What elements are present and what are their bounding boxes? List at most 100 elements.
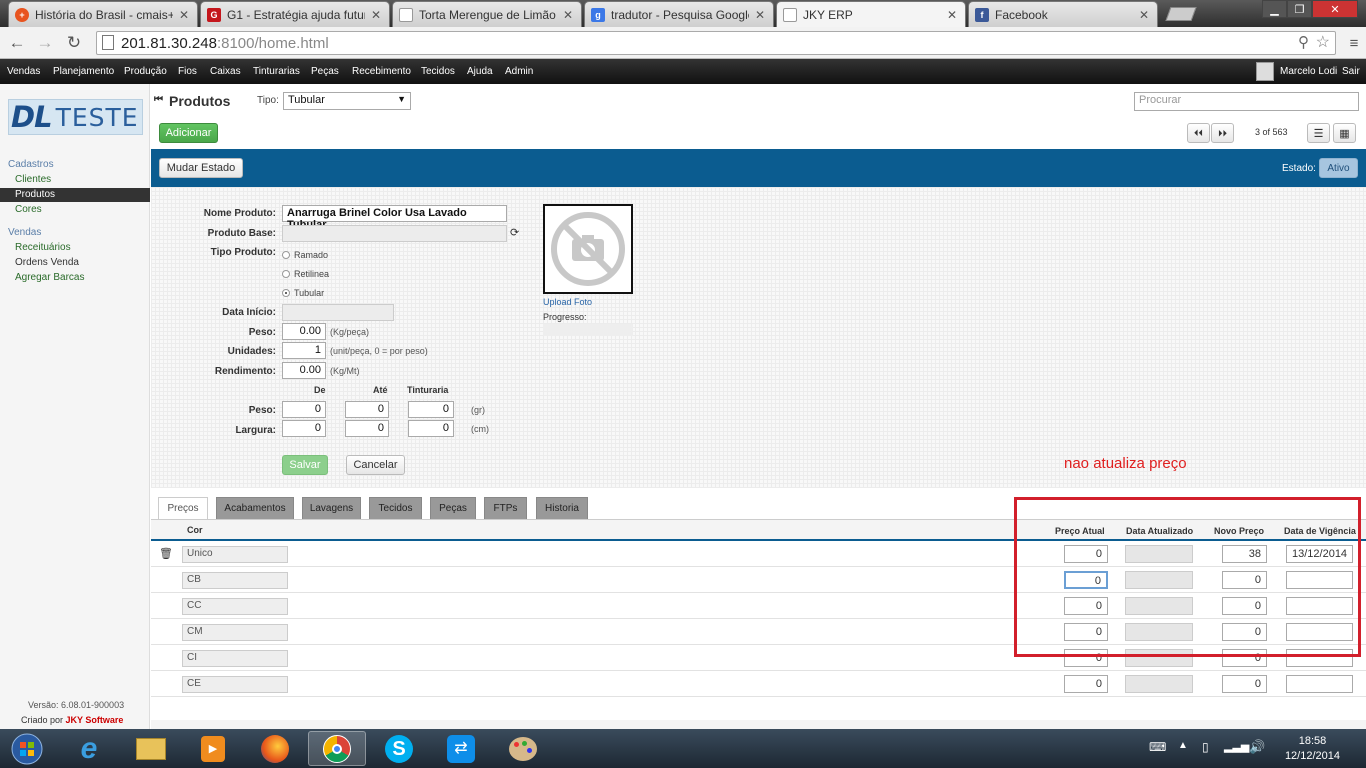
largura-ate-input[interactable]: 0 [345, 420, 389, 437]
close-tab-icon[interactable]: ✕ [563, 8, 573, 22]
upload-photo-link[interactable]: Upload Foto [543, 297, 592, 307]
internet-explorer-icon[interactable]: e [60, 731, 118, 766]
peso-tinturaria-input[interactable]: 0 [408, 401, 454, 418]
restore-icon[interactable]: ❐ [1287, 0, 1312, 18]
unidades-input[interactable]: 1 [282, 342, 326, 359]
close-tab-icon[interactable]: ✕ [179, 8, 189, 22]
tab-pecas[interactable]: Peças [430, 497, 476, 519]
media-player-icon[interactable]: ▶ [184, 731, 242, 766]
battery-icon[interactable]: ▯ [1202, 740, 1209, 754]
largura-de-input[interactable]: 0 [282, 420, 326, 437]
new-tab-button[interactable] [1165, 7, 1197, 21]
teamviewer-icon[interactable]: ⇄ [432, 731, 490, 766]
sidebar-item-receituarios[interactable]: Receituários [0, 241, 150, 255]
radio-tubular[interactable]: Tubular [282, 288, 324, 298]
menu-admin[interactable]: Admin [505, 66, 533, 77]
change-state-button[interactable]: Mudar Estado [159, 158, 243, 178]
browser-tab-5[interactable]: f Facebook ✕ [968, 1, 1158, 27]
skype-icon[interactable]: S [370, 731, 428, 766]
sidebar-item-cores[interactable]: Cores [0, 203, 150, 217]
list-view-icon[interactable]: ☰ [1307, 123, 1330, 143]
zoom-icon[interactable]: ⚲ [1298, 33, 1309, 51]
close-tab-icon[interactable]: ✕ [1139, 8, 1149, 22]
radio-ramado[interactable]: Ramado [282, 250, 328, 260]
user-name[interactable]: Marcelo Lodi [1280, 66, 1337, 77]
data-vigencia-input[interactable] [1286, 675, 1353, 693]
menu-fios[interactable]: Fios [178, 66, 197, 77]
tab-tecidos[interactable]: Tecidos [369, 497, 422, 519]
address-bar[interactable]: 201.81.30.248:8100/home.html ⚲ ☆ [96, 31, 1336, 55]
browser-tab-2[interactable]: Torta Merengue de Limão ✕ [392, 1, 582, 27]
close-tab-icon[interactable]: ✕ [371, 8, 381, 22]
clock[interactable]: 18:58 12/12/2014 [1285, 734, 1340, 764]
collapse-sidebar-icon[interactable]: ⏮ [154, 94, 163, 105]
menu-vendas[interactable]: Vendas [7, 66, 40, 77]
save-button[interactable]: Salvar [282, 455, 328, 475]
bookmark-star-icon[interactable]: ☆ [1316, 32, 1330, 52]
trash-icon[interactable]: 🗑 [159, 547, 173, 560]
add-button[interactable]: Adicionar [159, 123, 218, 143]
menu-pecas[interactable]: Peças [311, 66, 339, 77]
sidebar-item-clientes[interactable]: Clientes [0, 173, 150, 187]
browser-tab-0[interactable]: + História do Brasil - cmais+ ✕ [8, 1, 198, 27]
nome-produto-input[interactable]: Anarruga Brinel Color Usa Lavado Tubular [282, 205, 507, 231]
largura-tinturaria-input[interactable]: 0 [408, 420, 454, 437]
data-inicio-input[interactable] [282, 304, 394, 321]
tab-precos[interactable]: Preços [158, 497, 208, 519]
estado-badge[interactable]: Ativo [1319, 158, 1358, 178]
firefox-icon[interactable] [246, 731, 304, 766]
network-icon[interactable]: ▂▃▅ [1224, 740, 1249, 753]
novo-preco-input[interactable]: 0 [1222, 675, 1267, 693]
peso-input[interactable]: 0.00 [282, 323, 326, 340]
prev-record-icon[interactable]: ⏴⏴ [1187, 123, 1210, 143]
file-explorer-icon[interactable] [122, 731, 180, 766]
sidebar-item-agregar-barcas[interactable]: Agregar Barcas [0, 271, 150, 285]
menu-ajuda[interactable]: Ajuda [467, 66, 493, 77]
chrome-icon[interactable] [308, 731, 366, 766]
menu-producao[interactable]: Produção [124, 66, 167, 77]
start-orb-icon[interactable] [2, 731, 52, 766]
close-tab-icon[interactable]: ✕ [755, 8, 765, 22]
paint-icon[interactable] [494, 731, 552, 766]
browser-menu-icon[interactable]: ≡ [1343, 32, 1365, 54]
cancel-button[interactable]: Cancelar [346, 455, 405, 475]
grid-view-icon[interactable]: ▦ [1333, 123, 1356, 143]
sidebar-item-produtos[interactable]: Produtos [0, 188, 150, 202]
volume-icon[interactable]: 🔊 [1249, 739, 1265, 755]
sidebar-item-ordens-venda[interactable]: Ordens Venda [0, 256, 150, 270]
product-photo-placeholder[interactable] [543, 204, 633, 294]
tab-ftps[interactable]: FTPs [484, 497, 527, 519]
keyboard-icon[interactable]: ⌨ [1149, 740, 1166, 754]
menu-caixas[interactable]: Caixas [210, 66, 241, 77]
reload-icon[interactable]: ↻ [63, 32, 85, 54]
peso-de-input[interactable]: 0 [282, 401, 326, 418]
avatar[interactable] [1256, 62, 1274, 81]
produto-base-input[interactable] [282, 225, 507, 242]
radio-retilinea[interactable]: Retilinea [282, 269, 329, 279]
browser-tab-1[interactable]: G G1 - Estratégia ajuda futur ✕ [200, 1, 390, 27]
forward-arrow-icon[interactable]: → [34, 32, 56, 54]
show-hidden-icons-icon[interactable]: ▲ [1178, 740, 1188, 751]
menu-tinturarias[interactable]: Tinturarias [253, 66, 300, 77]
close-window-icon[interactable]: ✕ [1312, 0, 1358, 18]
peso-ate-input[interactable]: 0 [345, 401, 389, 418]
refresh-icon[interactable]: ⟳ [510, 226, 519, 239]
browser-tab-3[interactable]: g tradutor - Pesquisa Google ✕ [584, 1, 774, 27]
tab-acabamentos[interactable]: Acabamentos [216, 497, 294, 519]
data-atualizado-input[interactable] [1125, 675, 1193, 693]
rendimento-input[interactable]: 0.00 [282, 362, 326, 379]
next-record-icon[interactable]: ⏵⏵ [1211, 123, 1234, 143]
search-input[interactable]: Procurar [1134, 92, 1359, 111]
close-tab-icon[interactable]: ✕ [947, 8, 957, 22]
minimize-icon[interactable]: ▁ [1262, 0, 1287, 18]
browser-tab-4[interactable]: JKY ERP ✕ [776, 1, 966, 28]
tab-historia[interactable]: Historia [536, 497, 588, 519]
menu-tecidos[interactable]: Tecidos [421, 66, 455, 77]
logout-link[interactable]: Sair [1342, 66, 1360, 77]
menu-planejamento[interactable]: Planejamento [53, 66, 114, 77]
tab-lavagens[interactable]: Lavagens [302, 497, 361, 519]
preco-atual-input[interactable]: 0 [1064, 675, 1108, 693]
tipo-select[interactable]: Tubular ▼ [283, 92, 411, 110]
back-arrow-icon[interactable]: ← [6, 32, 28, 54]
menu-recebimento[interactable]: Recebimento [352, 66, 411, 77]
